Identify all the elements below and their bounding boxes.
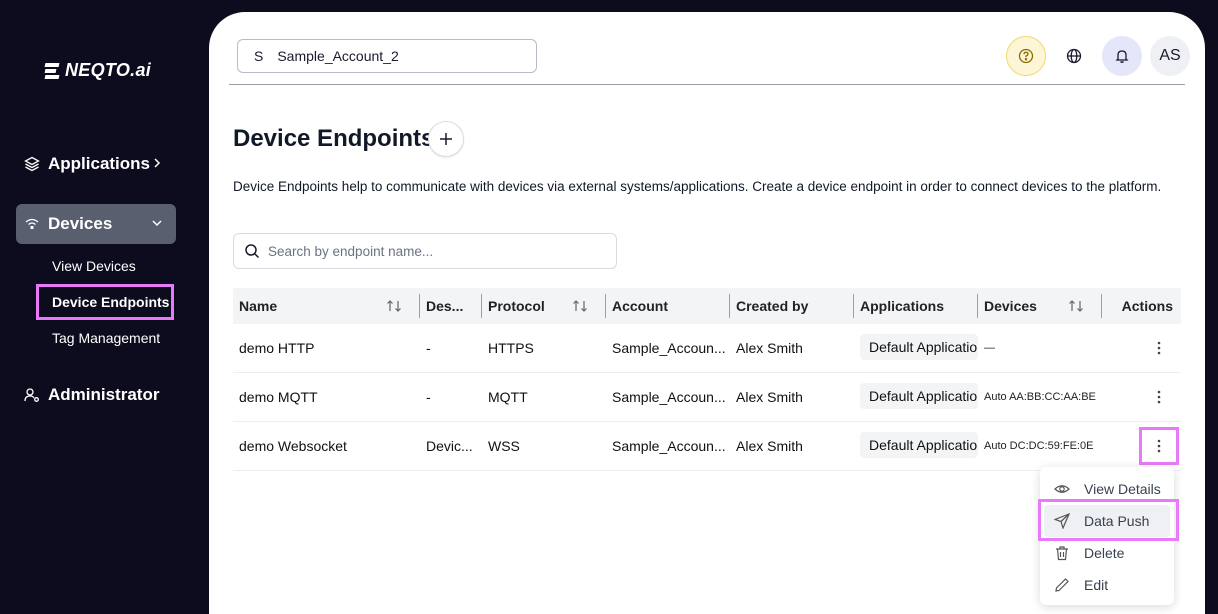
cell-applications: Default Applicatio	[854, 333, 978, 363]
brand-logo[interactable]: NEQTO.ai	[44, 60, 152, 81]
globe-icon	[1066, 48, 1082, 64]
row-actions-button[interactable]	[1145, 383, 1173, 411]
help-button[interactable]	[1006, 36, 1046, 76]
search-icon	[245, 244, 260, 259]
table-row[interactable]: demo MQTT - MQTT Sample_Accoun... Alex S…	[233, 373, 1181, 422]
pencil-icon	[1054, 577, 1070, 593]
sidebar-item-label: Devices	[48, 214, 113, 233]
cell-devices: Auto DC:DC:59:FE:0E	[984, 440, 1094, 452]
sidebar-subitem-device-endpoints[interactable]: Device Endpoints	[36, 284, 174, 320]
account-selector[interactable]: S Sample_Account_2	[237, 39, 537, 73]
column-header-protocol[interactable]: Protocol	[482, 288, 606, 324]
cell-description: -	[426, 389, 431, 405]
sidebar: NEQTO.ai Applications Devices View Devic…	[0, 0, 209, 614]
logo-mark-icon	[44, 62, 60, 79]
cell-description: Devic...	[426, 438, 473, 454]
application-chip: Default Applicatio	[860, 333, 978, 360]
menu-item-delete[interactable]: Delete	[1040, 537, 1174, 569]
column-header-actions: Actions	[1121, 298, 1173, 314]
menu-item-edit[interactable]: Edit	[1040, 569, 1174, 601]
cell-protocol: WSS	[488, 438, 520, 454]
brand-name: NEQTO.ai	[65, 60, 152, 80]
notifications-button[interactable]	[1102, 36, 1142, 76]
plus-icon	[440, 133, 452, 145]
table-row[interactable]: demo Websocket Devic... WSS Sample_Accou…	[233, 422, 1181, 471]
table-header: Name Des... Protocol Account Created by …	[233, 288, 1181, 324]
bell-icon	[1115, 50, 1129, 63]
chevron-right-icon	[154, 158, 161, 168]
row-actions-button[interactable]	[1145, 334, 1173, 362]
sidebar-item-administrator[interactable]: Administrator	[16, 375, 176, 415]
menu-item-label: Delete	[1084, 545, 1125, 561]
cell-name: demo Websocket	[239, 438, 347, 454]
column-header-devices[interactable]: Devices	[978, 288, 1102, 324]
cell-account: Sample_Accoun...	[612, 340, 726, 356]
cell-created-by: Alex Smith	[736, 340, 803, 356]
cell-devices: Auto AA:BB:CC:AA:BE	[984, 391, 1096, 403]
more-vertical-icon	[1157, 341, 1161, 355]
more-vertical-icon	[1157, 390, 1161, 404]
cell-description: -	[426, 340, 431, 356]
cell-protocol: HTTPS	[488, 340, 534, 356]
data-push-highlight	[1038, 499, 1179, 541]
cell-created-by: Alex Smith	[736, 389, 803, 405]
endpoints-table: Name Des... Protocol Account Created by …	[233, 288, 1181, 471]
column-header-name[interactable]: Name	[233, 288, 420, 324]
column-header-account[interactable]: Account	[606, 288, 730, 324]
column-header-applications[interactable]: Applications	[854, 288, 978, 324]
page-title: Device Endpoints	[233, 125, 435, 152]
header-actions: AS	[1006, 36, 1190, 76]
sidebar-item-label: Administrator	[48, 385, 160, 404]
sidebar-item-applications[interactable]: Applications	[16, 144, 176, 184]
row-actions-highlight	[1139, 427, 1179, 465]
wifi-icon	[24, 216, 40, 232]
add-endpoint-button[interactable]	[428, 121, 464, 157]
sidebar-item-label: Applications	[48, 154, 151, 173]
cell-applications: Default Applicatio	[854, 382, 978, 412]
cell-name: demo HTTP	[239, 340, 315, 356]
search-box	[233, 233, 617, 269]
user-avatar[interactable]: AS	[1150, 36, 1190, 76]
cell-name: demo MQTT	[239, 389, 318, 405]
cell-protocol: MQTT	[488, 389, 528, 405]
header-divider	[229, 84, 1185, 85]
table-row[interactable]: demo HTTP - HTTPS Sample_Accoun... Alex …	[233, 324, 1181, 373]
sidebar-subitem-view-devices[interactable]: View Devices	[52, 258, 136, 274]
sort-icon[interactable]	[572, 299, 588, 313]
menu-item-label: Edit	[1084, 577, 1109, 593]
main-panel: S Sample_Account_2 AS Device Endpoints D…	[209, 12, 1205, 614]
cell-account: Sample_Accoun...	[612, 438, 726, 454]
menu-item-label: View Details	[1084, 481, 1161, 497]
column-header-created-by[interactable]: Created by	[730, 288, 854, 324]
sidebar-item-devices[interactable]: Devices	[16, 204, 176, 244]
cell-devices: —	[984, 342, 995, 354]
cell-created-by: Alex Smith	[736, 438, 803, 454]
chevron-down-icon	[152, 220, 162, 227]
layers-icon	[24, 156, 40, 172]
user-gear-icon	[24, 387, 40, 403]
account-letter: S	[254, 48, 264, 64]
search-input[interactable]	[268, 243, 598, 259]
application-chip: Default Applicatio	[860, 382, 978, 409]
help-icon	[1018, 48, 1034, 64]
page-description: Device Endpoints help to communicate wit…	[233, 179, 1162, 194]
eye-icon	[1054, 481, 1070, 497]
sidebar-subitem-tag-management[interactable]: Tag Management	[52, 330, 160, 346]
column-header-description[interactable]: Des...	[420, 288, 482, 324]
account-name: Sample_Account_2	[277, 48, 399, 64]
sort-icon[interactable]	[386, 299, 402, 313]
trash-icon	[1054, 545, 1070, 561]
sort-icon[interactable]	[1068, 299, 1084, 313]
cell-account: Sample_Accoun...	[612, 389, 726, 405]
cell-applications: Default Applicatio	[854, 431, 978, 461]
application-chip: Default Applicatio	[860, 431, 978, 458]
language-button[interactable]	[1054, 36, 1094, 76]
